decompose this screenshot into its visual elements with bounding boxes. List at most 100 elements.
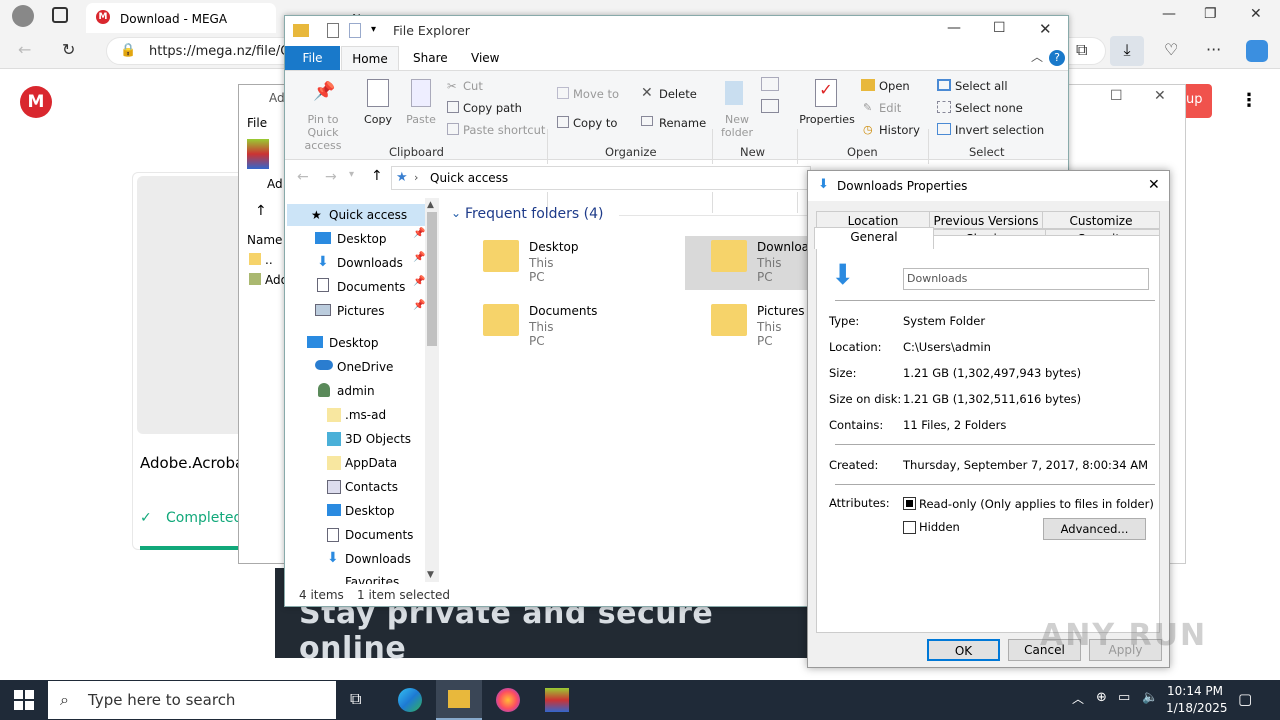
notification-icon[interactable]: ▢ [1238, 690, 1252, 708]
group-header-frequent[interactable]: Frequent folders (4) [465, 206, 604, 222]
volume-icon[interactable]: 🔈 [1142, 690, 1158, 705]
bg-close-icon[interactable]: ✕ [1154, 88, 1166, 104]
explorer-maximize-icon[interactable]: ☐ [993, 20, 1006, 36]
network-icon[interactable]: ▭ [1118, 690, 1130, 705]
lock-icon[interactable]: 🔒 [120, 43, 136, 58]
firefox-icon[interactable] [496, 688, 520, 712]
easy-access-icon[interactable] [761, 99, 779, 113]
clock-date[interactable]: 1/18/2025 [1166, 701, 1228, 715]
breadcrumb[interactable]: Quick access [430, 171, 508, 185]
tray-app-icon[interactable]: ⊕ [1096, 690, 1107, 705]
explorer-minimize-icon[interactable]: — [947, 20, 961, 36]
winrar-row-up[interactable]: .. [265, 253, 273, 267]
up-arrow-icon[interactable]: ↑ [255, 203, 267, 219]
nav-item-desktop-admin[interactable]: Desktop [345, 500, 395, 522]
cut-button[interactable]: Cut [463, 79, 483, 93]
close-icon[interactable]: ✕ [1250, 6, 1262, 22]
advanced-button[interactable]: Advanced... [1043, 518, 1146, 540]
select-none-button[interactable]: Select none [955, 101, 1023, 115]
nav-item-quick-access[interactable]: Quick access [329, 204, 407, 226]
edge-icon[interactable] [398, 688, 422, 712]
winrar-menu-file[interactable]: File [247, 116, 267, 130]
group-chevron-icon[interactable]: ⌄ [451, 206, 461, 220]
nav-item-documents[interactable]: Documents [337, 276, 405, 298]
nav-item-contacts[interactable]: Contacts [345, 476, 398, 498]
refresh-icon[interactable]: ↻ [62, 40, 75, 59]
new-folder-button[interactable]: New folder [715, 113, 759, 139]
tab-home[interactable]: Home [341, 46, 399, 71]
properties-quick-icon[interactable] [327, 23, 339, 38]
mega-logo[interactable]: M [20, 86, 52, 118]
ok-button[interactable]: OK [927, 639, 1000, 661]
tab-file[interactable]: File [285, 46, 340, 70]
recent-dropdown-icon[interactable]: ▾ [349, 169, 354, 180]
ribbon-collapse-icon[interactable]: ︿ [1031, 48, 1043, 65]
tab-share[interactable]: Share [413, 51, 448, 65]
copy-path-button[interactable]: Copy path [463, 101, 522, 115]
copilot-icon[interactable] [1246, 40, 1268, 62]
history-button[interactable]: History [879, 123, 920, 137]
move-to-button[interactable]: Move to [573, 87, 619, 101]
tab-mega[interactable]: Download - MEGA [86, 3, 276, 33]
dialog-close-icon[interactable]: ✕ [1148, 177, 1160, 193]
hidden-checkbox[interactable] [903, 521, 916, 534]
profile-avatar[interactable] [12, 5, 34, 27]
properties-button[interactable]: Properties [799, 113, 855, 126]
scroll-up-icon[interactable]: ▲ [427, 200, 434, 210]
start-icon[interactable] [14, 690, 34, 710]
explorer-close-icon[interactable]: ✕ [1039, 20, 1052, 38]
nav-item-admin[interactable]: admin [337, 380, 375, 402]
menu-icon[interactable]: ··· [1206, 40, 1221, 59]
tab-customize[interactable]: Customize [1042, 211, 1160, 229]
nav-item-documents-admin[interactable]: Documents [345, 524, 413, 546]
winrar-icon[interactable] [545, 688, 569, 712]
scroll-thumb[interactable] [427, 212, 437, 346]
invert-selection-button[interactable]: Invert selection [955, 123, 1044, 137]
minimize-icon[interactable]: — [1162, 6, 1176, 22]
qat-dropdown-icon[interactable]: ▾ [371, 24, 376, 35]
folder-documents[interactable]: Documents This PC [483, 304, 597, 348]
readonly-checkbox[interactable] [903, 497, 916, 510]
nav-item-onedrive[interactable]: OneDrive [337, 356, 393, 378]
nav-item-desktop[interactable]: Desktop [337, 228, 387, 250]
taskbar-search[interactable]: Type here to search [48, 681, 336, 719]
explorer-forward-icon[interactable]: → [325, 169, 337, 185]
restore-icon[interactable]: ❐ [1204, 6, 1217, 22]
collections-icon[interactable]: ⧉ [1076, 40, 1087, 60]
open-button[interactable]: Open [879, 79, 910, 93]
explorer-back-icon[interactable]: ← [297, 169, 309, 185]
copy-button[interactable]: Copy [361, 113, 395, 126]
rename-button[interactable]: Rename [659, 116, 706, 130]
nav-item-desktop-root[interactable]: Desktop [329, 332, 379, 354]
paste-shortcut-button[interactable]: Paste shortcut [463, 123, 545, 137]
scroll-down-icon[interactable]: ▼ [427, 570, 434, 580]
new-item-icon[interactable] [761, 77, 779, 91]
browser-essentials-icon[interactable]: ♡ [1164, 40, 1178, 59]
folder-desktop[interactable]: Desktop This PC [483, 240, 579, 284]
edit-button[interactable]: Edit [879, 101, 901, 115]
copy-to-button[interactable]: Copy to [573, 116, 617, 130]
tab-actions-icon[interactable] [52, 7, 68, 23]
tab-view[interactable]: View [471, 51, 499, 65]
tab-general[interactable]: General [814, 227, 934, 249]
tab-previous-versions[interactable]: Previous Versions [929, 211, 1043, 229]
nav-item-ms-ad[interactable]: .ms-ad [345, 404, 386, 426]
new-folder-quick-icon[interactable] [349, 23, 361, 38]
nav-item-pictures[interactable]: Pictures [337, 300, 385, 322]
tray-chevron-icon[interactable]: ︿ [1072, 690, 1084, 707]
folder-name-input[interactable]: Downloads [903, 268, 1149, 290]
bg-restore-icon[interactable]: ☐ [1110, 88, 1123, 104]
nav-item-appdata[interactable]: AppData [345, 452, 397, 474]
winrar-add-icon[interactable] [247, 139, 269, 169]
delete-button[interactable]: Delete [659, 87, 697, 101]
explorer-up-icon[interactable]: ↑ [371, 168, 383, 184]
explorer-address-bar[interactable]: ★ › Quick access [391, 166, 811, 190]
nav-item-downloads-admin[interactable]: Downloads [345, 548, 411, 570]
folder-pictures[interactable]: Pictures This PC [711, 304, 805, 348]
back-icon[interactable]: ← [18, 40, 31, 59]
nav-item-favorites[interactable]: Favorites [345, 572, 399, 584]
nav-scrollbar[interactable]: ▲ ▼ [425, 198, 439, 582]
help-icon[interactable]: ? [1049, 50, 1065, 66]
mega-menu-icon[interactable]: ⋮ [1240, 90, 1258, 111]
nav-item-3d-objects[interactable]: 3D Objects [345, 428, 411, 450]
